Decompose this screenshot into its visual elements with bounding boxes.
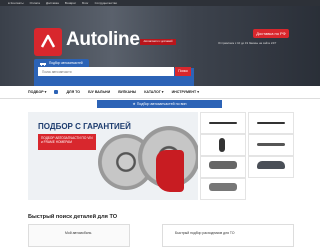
side-product-grid xyxy=(200,112,294,200)
my-car-card[interactable]: Мой автомобиль xyxy=(28,224,130,247)
topbar-link-delivery[interactable]: Доставка xyxy=(46,1,59,5)
nav-item-volcano[interactable]: ВУЛКАНЫ xyxy=(118,90,136,94)
topbar-link-returns[interactable]: Возврат xyxy=(65,1,76,5)
topbar-link-contacts[interactable]: ● Контакты xyxy=(8,1,24,5)
nav-item-used[interactable]: Б/У ВАЛЬНИ xyxy=(88,90,110,94)
brake-caliper-image xyxy=(156,150,184,192)
main-nav: ПОДБОР ▾ ДЛЯ ТО Б/У ВАЛЬНИ ВУЛКАНЫ КАТАЛ… xyxy=(0,86,320,99)
topbar-link-blog[interactable]: Блог xyxy=(82,1,88,5)
side-product-card[interactable] xyxy=(200,112,246,134)
search-button[interactable]: Поиск xyxy=(175,67,191,76)
delivery-info: Отправляем с 10 до 19 Заказы на сайте 24… xyxy=(218,41,277,45)
promo-strip[interactable]: ★ Подбор автозапчастей по вин xyxy=(97,100,222,108)
side-product-card[interactable] xyxy=(200,156,246,178)
car-icon xyxy=(40,62,46,66)
nav-item-selection[interactable]: ПОДБОР ▾ xyxy=(28,90,46,94)
side-product-card[interactable] xyxy=(200,178,246,200)
side-product-card[interactable] xyxy=(200,134,246,156)
delivery-badge[interactable]: Доставка по РФ xyxy=(253,29,289,38)
logo-subtitle: Автозапчасти с доставкой xyxy=(140,39,176,45)
parts-image xyxy=(209,161,237,169)
grid-icon xyxy=(54,90,59,94)
wiper-blade-image xyxy=(209,122,237,124)
wiper-blade-image xyxy=(257,122,285,124)
nav-item-tools[interactable]: ИНСТРУМЕНТ ▾ xyxy=(172,90,199,94)
section-title: Быстрый поиск деталей для ТО xyxy=(28,214,118,220)
nav-item-maintenance[interactable]: ДЛЯ ТО xyxy=(66,90,80,94)
quick-maintenance-card[interactable]: Быстрый подбор расходников для ТО xyxy=(162,224,294,247)
logo-icon[interactable] xyxy=(34,28,62,56)
shock-absorber-image xyxy=(219,138,225,152)
my-car-label: Мой автомобиль xyxy=(65,231,92,235)
parts-image xyxy=(209,183,237,191)
nav-item-icon[interactable] xyxy=(54,90,59,94)
topbar-link-payment[interactable]: Оплата xyxy=(30,1,40,5)
side-product-card[interactable] xyxy=(248,134,294,156)
quick-maintenance-label: Быстрый подбор расходников для ТО xyxy=(175,231,235,235)
belt-image xyxy=(257,143,285,146)
nav-item-catalog[interactable]: КАТАЛОГ ▾ xyxy=(144,90,163,94)
side-product-card[interactable] xyxy=(248,112,294,134)
car-image xyxy=(257,161,285,169)
search-input[interactable] xyxy=(38,67,174,76)
topbar-link-partnership[interactable]: Сотрудничество xyxy=(95,1,118,5)
banner-subtitle: ПОДБОР АВТОЗАПЧАСТИ ПО VIN и FRAME НОМЕР… xyxy=(38,134,96,150)
hero-banner[interactable]: ПОДБОР С ГАРАНТИЕЙ ПОДБОР АВТОЗАПЧАСТИ П… xyxy=(28,112,198,200)
banner-title: ПОДБОР С ГАРАНТИЕЙ xyxy=(38,122,131,131)
logo-text[interactable]: Autoline xyxy=(66,29,140,51)
side-product-card[interactable] xyxy=(248,156,294,178)
